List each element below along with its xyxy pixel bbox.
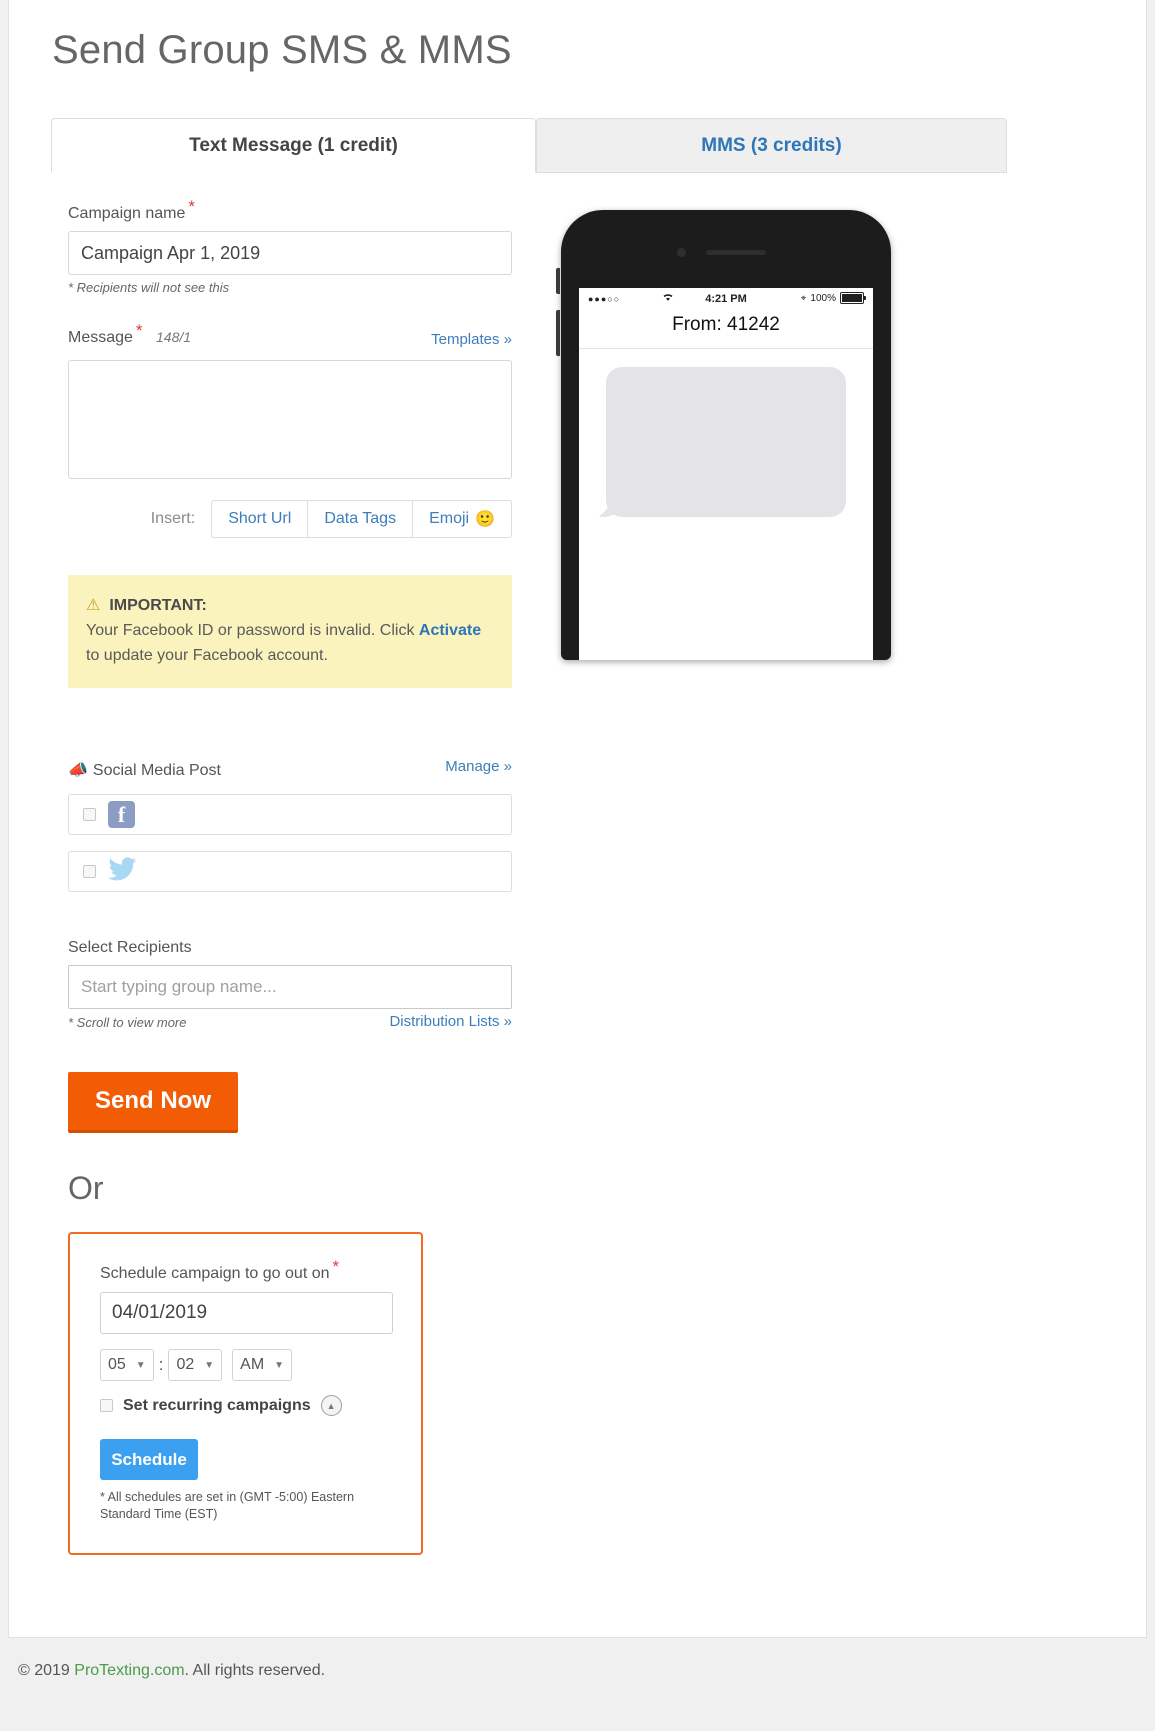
phone-preview: ●●●○○ 4:21 PM ⌖ 100% From: 41242 bbox=[556, 205, 896, 660]
schedule-minute-value: 02 bbox=[176, 1356, 195, 1374]
send-now-button[interactable]: Send Now bbox=[68, 1072, 238, 1131]
chevron-down-icon: ▼ bbox=[274, 1359, 285, 1371]
recipients-input[interactable] bbox=[68, 965, 512, 1010]
social-row-facebook[interactable]: f bbox=[68, 794, 512, 836]
time-separator: : bbox=[158, 1355, 164, 1375]
alert-body: Your Facebook ID or password is invalid.… bbox=[86, 619, 494, 669]
campaign-name-hint: * Recipients will not see this bbox=[68, 280, 230, 295]
campaign-name-label-text: Campaign name bbox=[68, 205, 186, 222]
schedule-date-input[interactable] bbox=[100, 1292, 393, 1335]
footer-copyright-before: © 2019 bbox=[18, 1662, 75, 1679]
insert-data-tags-button[interactable]: Data Tags bbox=[307, 500, 413, 538]
schedule-panel: Schedule campaign to go out on* 05 ▼ : 0… bbox=[68, 1232, 423, 1556]
message-counter: 148/1 bbox=[156, 329, 192, 345]
distribution-lists-link[interactable]: Distribution Lists » bbox=[389, 1013, 512, 1030]
schedule-timezone-note: * All schedules are set in (GMT -5:00) E… bbox=[100, 1490, 355, 1522]
insert-short-url-label: Short Url bbox=[228, 510, 292, 527]
alert-text-before: Your Facebook ID or password is invalid.… bbox=[86, 621, 419, 639]
schedule-hour-value: 05 bbox=[108, 1356, 126, 1374]
schedule-label-text: Schedule campaign to go out on bbox=[100, 1265, 330, 1283]
facebook-checkbox[interactable] bbox=[83, 808, 96, 822]
schedule-label: Schedule campaign to go out on * bbox=[100, 1258, 391, 1283]
social-title: Social Media Post bbox=[92, 762, 221, 780]
tab-bar: Text Message (1 credit) MMS (3 credits) bbox=[51, 118, 1007, 173]
activate-link[interactable]: Activate bbox=[419, 622, 481, 639]
insert-emoji-button[interactable]: Emoji 🙂 bbox=[412, 500, 512, 538]
footer: © 2019 ProTexting.com. All rights reserv… bbox=[0, 1662, 1155, 1680]
insert-short-url-button[interactable]: Short Url bbox=[211, 500, 308, 538]
twitter-checkbox[interactable] bbox=[83, 865, 96, 879]
insert-label: Insert: bbox=[150, 510, 196, 527]
insert-emoji-label: Emoji bbox=[429, 510, 470, 527]
message-header: Message * 148/1 Templates » bbox=[68, 322, 512, 353]
or-divider-label: Or bbox=[68, 1170, 104, 1207]
twitter-icon bbox=[108, 857, 136, 886]
message-label: Message bbox=[68, 329, 133, 346]
footer-copyright-after: . All rights reserved. bbox=[184, 1662, 326, 1679]
social-header: 📣 Social Media Post Manage » bbox=[68, 758, 512, 782]
facebook-icon: f bbox=[108, 801, 135, 829]
tab-mms[interactable]: MMS (3 credits) bbox=[536, 118, 1007, 173]
warning-triangle-icon: ⚠ bbox=[86, 597, 101, 614]
campaign-name-input[interactable] bbox=[68, 231, 512, 275]
insert-row: Insert: Short Url Data Tags Emoji 🙂 bbox=[68, 500, 512, 538]
phone-body: ●●●○○ 4:21 PM ⌖ 100% From: 41242 bbox=[556, 210, 891, 660]
recipients-label: Select Recipients bbox=[68, 939, 192, 957]
alert-title-row: ⚠ IMPORTANT: bbox=[86, 594, 494, 619]
tab-text-message-label: Text Message (1 credit) bbox=[189, 134, 398, 156]
schedule-required-mark: * bbox=[332, 1257, 340, 1277]
megaphone-icon: 📣 bbox=[68, 762, 88, 780]
message-required-mark: * bbox=[135, 320, 143, 340]
earpiece-speaker bbox=[706, 250, 766, 255]
tab-mms-label: MMS (3 credits) bbox=[701, 134, 842, 156]
phone-screen: ●●●○○ 4:21 PM ⌖ 100% From: 41242 bbox=[579, 288, 873, 660]
preview-from-label: From: 41242 bbox=[672, 314, 780, 335]
chevron-down-icon: ▼ bbox=[204, 1359, 215, 1371]
status-right-group: ⌖ 100% bbox=[800, 292, 866, 304]
alert-title: IMPORTANT: bbox=[109, 597, 207, 614]
recurring-row: Set recurring campaigns ▲ bbox=[100, 1395, 391, 1417]
schedule-minute-select[interactable]: 02 ▼ bbox=[168, 1349, 223, 1382]
tab-text-message[interactable]: Text Message (1 credit) bbox=[51, 118, 536, 173]
battery-percent: 100% bbox=[810, 292, 836, 304]
front-camera-icon bbox=[677, 248, 686, 257]
battery-icon bbox=[840, 292, 866, 304]
schedule-hour-select[interactable]: 05 ▼ bbox=[100, 1349, 154, 1382]
page-title: Send Group SMS & MMS bbox=[52, 28, 512, 72]
social-row-twitter[interactable] bbox=[68, 851, 512, 893]
schedule-button[interactable]: Schedule bbox=[100, 1439, 198, 1481]
campaign-name-label: Campaign name * bbox=[68, 198, 512, 223]
schedule-meridiem-value: AM bbox=[240, 1356, 265, 1374]
recurring-checkbox[interactable] bbox=[100, 1399, 113, 1413]
preview-message-bubble bbox=[606, 367, 846, 517]
chevron-down-icon: ▼ bbox=[135, 1359, 146, 1371]
phone-status-bar: ●●●○○ 4:21 PM ⌖ 100% bbox=[579, 288, 873, 310]
eject-icon[interactable]: ▲ bbox=[320, 1395, 342, 1417]
manage-link[interactable]: Manage » bbox=[445, 758, 512, 775]
smiley-icon: 🙂 bbox=[475, 511, 495, 528]
bluetooth-icon: ⌖ bbox=[800, 292, 807, 304]
page-root: Send Group SMS & MMS Text Message (1 cre… bbox=[0, 0, 1155, 1731]
brand-link[interactable]: ProTexting.com bbox=[74, 1662, 184, 1679]
facebook-alert: ⚠ IMPORTANT: Your Facebook ID or password… bbox=[68, 575, 512, 689]
insert-data-tags-label: Data Tags bbox=[324, 510, 397, 527]
campaign-required-mark: * bbox=[188, 196, 196, 216]
message-textarea[interactable] bbox=[68, 360, 512, 479]
schedule-time-row: 05 ▼ : 02 ▼ AM ▼ bbox=[100, 1349, 391, 1382]
preview-divider bbox=[579, 348, 873, 349]
schedule-meridiem-select[interactable]: AM ▼ bbox=[232, 1349, 293, 1382]
alert-text-after: to update your Facebook account. bbox=[86, 646, 328, 664]
compose-form: Campaign name* * Recipients will not see… bbox=[68, 198, 512, 1556]
templates-link[interactable]: Templates » bbox=[431, 331, 512, 348]
insert-button-group: Short Url Data Tags Emoji 🙂 bbox=[211, 500, 512, 538]
recurring-label: Set recurring campaigns bbox=[123, 1396, 311, 1414]
recipients-footer: * Scroll to view more Distribution Lists… bbox=[68, 1013, 512, 1035]
